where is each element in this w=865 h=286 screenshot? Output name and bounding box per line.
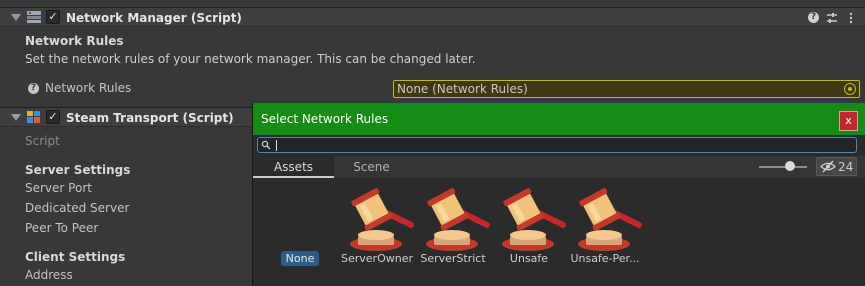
dedicated-server-label: Dedicated Server (25, 201, 130, 215)
foldout-arrow-icon[interactable] (11, 114, 21, 121)
script-label: Script (25, 134, 60, 148)
gavel-icon (578, 188, 642, 251)
server-port-label: Server Port (25, 181, 92, 195)
select-network-rules-popup: Select Network Rules x Assets Scene 24 N… (252, 103, 865, 286)
foldout-arrow-icon[interactable] (11, 14, 21, 21)
asset-item-label: ServerStrict (420, 252, 486, 265)
server-settings-title: Server Settings (25, 163, 131, 177)
network-rules-field-label: Network Rules (45, 81, 132, 95)
asset-item-label: ServerOwner (341, 252, 413, 265)
gavel-icon (502, 188, 566, 251)
network-rules-help-icon[interactable]: ? (28, 83, 39, 94)
close-button[interactable]: x (839, 111, 858, 131)
presets-icon[interactable] (826, 12, 838, 24)
component-title: Network Manager (Script) (66, 11, 242, 25)
network-rules-object-field[interactable]: None (Network Rules) (393, 80, 860, 98)
hidden-items-toggle[interactable]: 24 (816, 157, 857, 176)
gavel-icon (350, 188, 414, 251)
client-settings-title: Client Settings (25, 250, 126, 264)
icon-size-slider-track[interactable] (759, 166, 807, 168)
search-input[interactable] (257, 137, 857, 153)
icon-size-slider-thumb[interactable] (785, 161, 795, 171)
network-rules-description: Set the network rules of your network ma… (25, 52, 476, 66)
none-item[interactable]: None (281, 251, 319, 266)
kebab-menu-icon[interactable] (849, 12, 853, 24)
network-rules-section-title: Network Rules (25, 34, 124, 48)
network-manager-header[interactable]: ✓ Network Manager (Script) ? (0, 7, 865, 27)
eye-slash-icon (820, 160, 836, 173)
item-count: 24 (838, 160, 854, 174)
asset-item-label: Unsafe-Per... (570, 252, 640, 265)
address-label: Address (25, 268, 73, 282)
text-caret (276, 140, 277, 151)
network-rules-field-value: None (Network Rules) (397, 82, 528, 96)
network-manager-icon (27, 11, 41, 23)
steam-transport-icon (27, 111, 40, 123)
tab-assets[interactable]: Assets (253, 156, 334, 178)
search-icon (261, 140, 271, 150)
asset-item-label: Unsafe (509, 252, 549, 265)
network-manager-enabled-checkbox[interactable]: ✓ (46, 10, 60, 24)
asset-item-unsafe[interactable]: Unsafe (491, 185, 567, 275)
peer-to-peer-label: Peer To Peer (25, 221, 99, 235)
gavel-icon (426, 188, 490, 251)
popup-titlebar[interactable]: Select Network Rules x (253, 103, 865, 135)
asset-item-server-strict[interactable]: ServerStrict (415, 185, 491, 275)
asset-item-server-owner[interactable]: ServerOwner (339, 185, 415, 275)
component-title: Steam Transport (Script) (66, 111, 234, 125)
object-picker-icon[interactable] (844, 83, 856, 95)
tab-scene[interactable]: Scene (334, 156, 409, 178)
popup-title: Select Network Rules (261, 112, 389, 126)
help-icon[interactable]: ? (808, 12, 819, 23)
asset-item-unsafe-per[interactable]: Unsafe-Per... (567, 185, 643, 275)
steam-transport-enabled-checkbox[interactable]: ✓ (46, 110, 60, 124)
